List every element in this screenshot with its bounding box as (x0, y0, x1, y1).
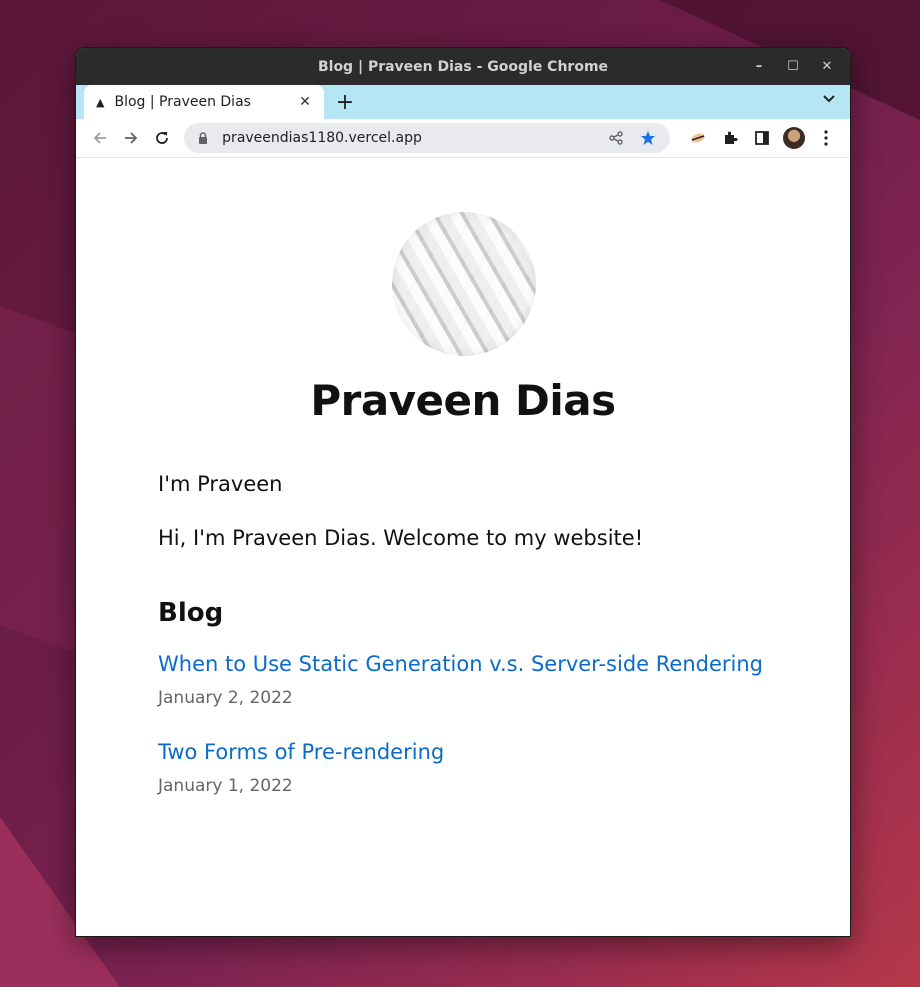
forward-button[interactable] (115, 122, 146, 154)
extension-icon (691, 133, 705, 143)
post-link[interactable]: When to Use Static Generation v.s. Serve… (158, 652, 763, 676)
chevron-down-icon (823, 95, 835, 103)
close-window-button[interactable]: ✕ (810, 53, 844, 81)
new-tab-button[interactable]: + (328, 85, 362, 119)
welcome-text: Hi, I'm Praveen Dias. Welcome to my webs… (158, 526, 644, 550)
post-date: January 2, 2022 (158, 688, 293, 708)
browser-window: Blog | Praveen Dias - Google Chrome – ☐ … (75, 47, 851, 937)
profile-button[interactable] (778, 122, 810, 154)
window-title: Blog | Praveen Dias - Google Chrome (317, 58, 609, 75)
share-button[interactable] (604, 126, 628, 150)
chrome-menu-button[interactable] (810, 122, 842, 154)
post-date: January 1, 2022 (158, 776, 293, 796)
address-bar[interactable]: praveendias1180.vercel.app (184, 123, 671, 153)
page-title: Praveen Dias (310, 376, 616, 425)
window-controls: – ☐ ✕ (742, 48, 844, 85)
page-content: Praveen Dias I'm Praveen Hi, I'm Praveen… (76, 158, 850, 936)
triangle-icon: ▲ (96, 95, 105, 109)
list-item: When to Use Static Generation v.s. Serve… (158, 652, 763, 708)
profile-image (392, 212, 536, 356)
tab-strip: ▲ Blog | Praveen Dias ✕ + (76, 85, 850, 119)
url-text: praveendias1180.vercel.app (222, 130, 422, 146)
window-titlebar[interactable]: Blog | Praveen Dias - Google Chrome – ☐ … (76, 48, 850, 85)
share-icon (609, 131, 623, 145)
list-item: Two Forms of Pre-rendering January 1, 20… (158, 740, 444, 796)
reload-icon (156, 132, 169, 144)
lock-icon (199, 132, 208, 144)
tab-close-button[interactable]: ✕ (296, 94, 314, 110)
blog-heading: Blog (158, 598, 224, 628)
extensions-menu-button[interactable] (714, 122, 746, 154)
bookmark-star-icon (641, 131, 656, 145)
back-icon (93, 132, 106, 144)
tab-search-button[interactable] (822, 92, 836, 108)
bookmark-button[interactable] (636, 126, 660, 150)
maximize-button[interactable]: ☐ (776, 53, 810, 81)
side-panel-icon (755, 131, 769, 145)
tab-title: Blog | Praveen Dias (114, 94, 251, 110)
side-panel-button[interactable] (746, 122, 778, 154)
reload-button[interactable] (147, 122, 178, 154)
forward-icon (125, 132, 138, 144)
tab-blog[interactable]: ▲ Blog | Praveen Dias ✕ (84, 85, 324, 119)
browser-toolbar: praveendias1180.vercel.app (76, 119, 850, 158)
intro-text: I'm Praveen (158, 472, 283, 496)
back-button[interactable] (84, 122, 115, 154)
post-link[interactable]: Two Forms of Pre-rendering (158, 740, 444, 764)
profile-avatar (783, 127, 806, 149)
minimize-button[interactable]: – (742, 53, 776, 81)
puzzle-icon (725, 131, 738, 144)
extension-button[interactable] (682, 122, 714, 154)
toolbar-actions (682, 122, 842, 154)
kebab-menu-icon (824, 130, 828, 146)
